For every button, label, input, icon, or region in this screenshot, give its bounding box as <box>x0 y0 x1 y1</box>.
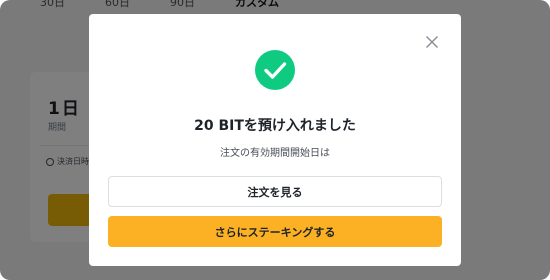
close-icon[interactable] <box>425 34 439 48</box>
screen: 30日 60日 90日 カスタム 1日 期間 決済日時 20 BITを預け入れま… <box>0 0 550 280</box>
dialog-subtitle: 注文の有効期間開始日は <box>220 148 330 159</box>
success-dialog: 20 BITを預け入れました 注文の有効期間開始日は 注文を見る さらにステーキ… <box>89 14 461 266</box>
dialog-title: 20 BITを預け入れました <box>194 118 356 134</box>
check-circle-icon <box>255 50 295 90</box>
stake-more-button[interactable]: さらにステーキングする <box>108 216 442 247</box>
view-order-button[interactable]: 注文を見る <box>108 176 442 207</box>
